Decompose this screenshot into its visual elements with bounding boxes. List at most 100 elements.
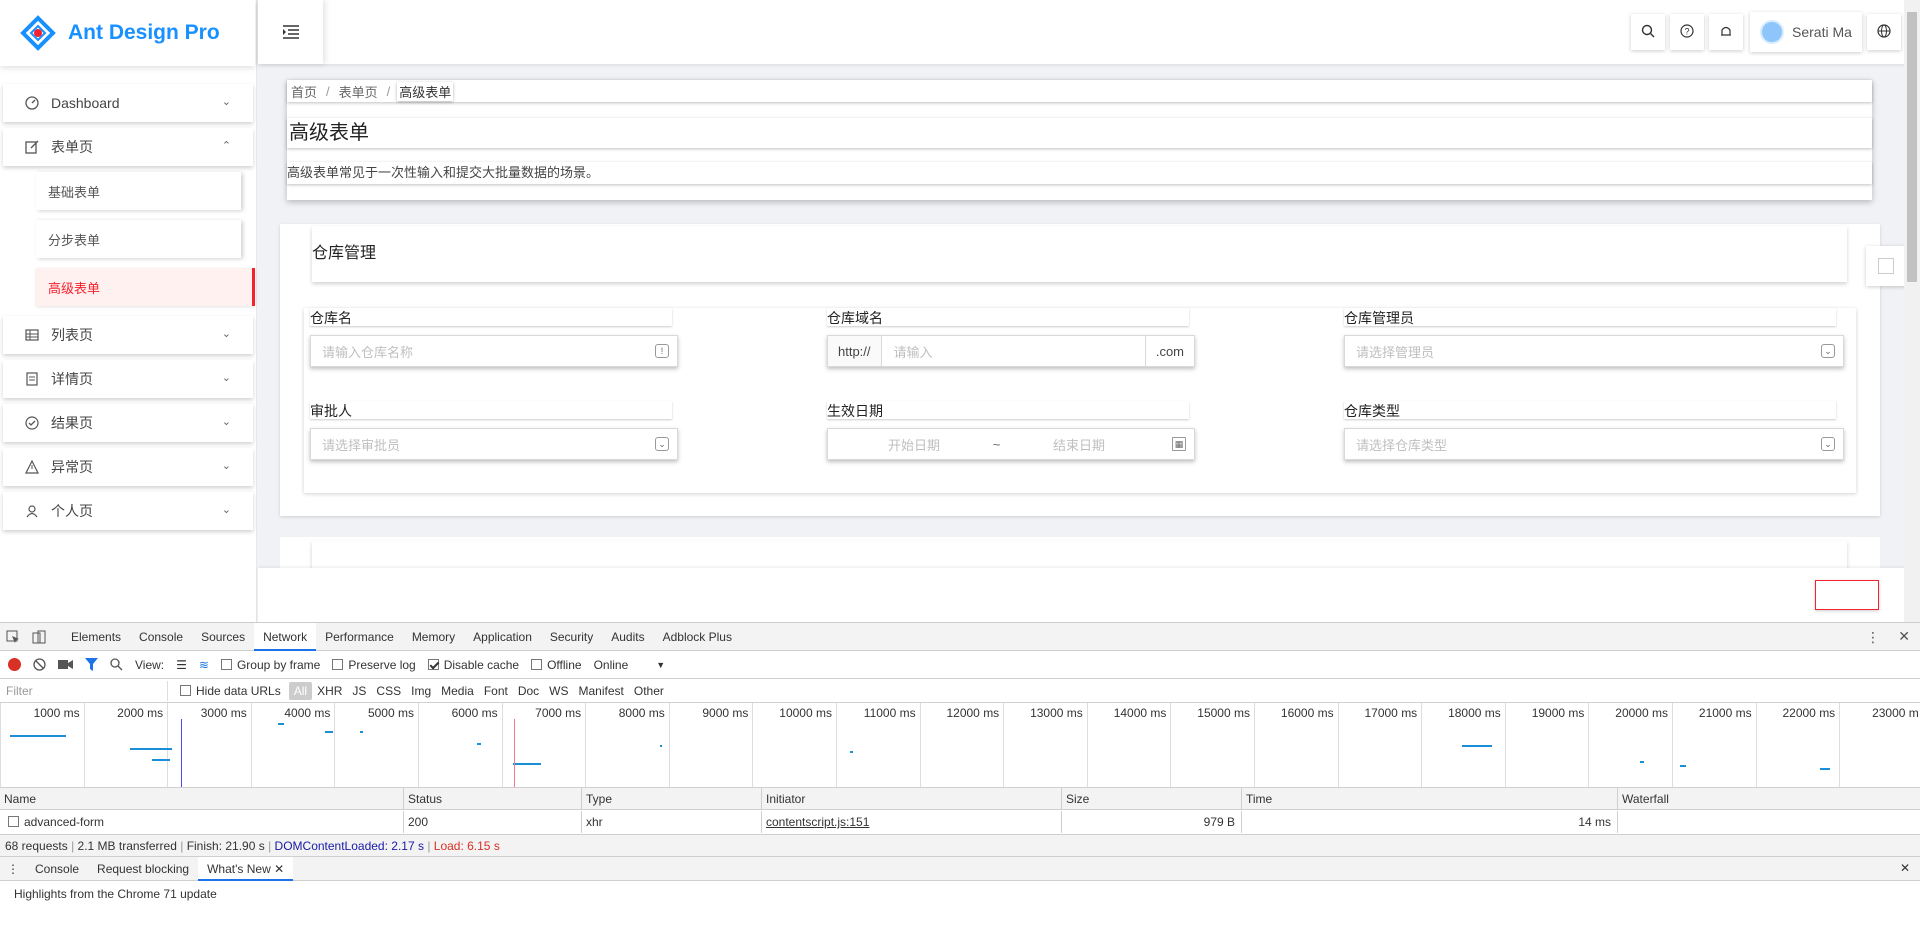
menu-label: 详情页	[51, 371, 93, 387]
filter-icon[interactable]	[85, 658, 98, 671]
timeline-tick: 4000 ms	[250, 703, 335, 787]
submit-button[interactable]: 提交	[1815, 580, 1879, 610]
filter-all[interactable]: All	[288, 681, 313, 700]
column-type[interactable]: Type	[582, 788, 762, 810]
group-by-frame-checkbox[interactable]: Group by frame	[220, 658, 320, 672]
date-range-picker[interactable]: 开始日期 ~ 结束日期 ▦	[827, 428, 1195, 460]
column-name[interactable]: Name	[0, 788, 404, 810]
filter-media[interactable]: Media	[436, 682, 479, 700]
drawer-menu-icon[interactable]: ⋮	[0, 862, 26, 876]
record-icon[interactable]	[8, 658, 21, 671]
inspect-icon[interactable]	[0, 630, 26, 644]
column-time[interactable]: Time	[1242, 788, 1618, 810]
large-rows-icon[interactable]: ☰	[176, 658, 187, 672]
end-date-input[interactable]: 结束日期	[1004, 435, 1154, 454]
language-button[interactable]	[1867, 14, 1901, 50]
preserve-log-checkbox[interactable]: Preserve log	[332, 658, 416, 672]
settings-drawer-handle[interactable]	[1866, 246, 1906, 286]
placeholder: 请选择审批员	[322, 437, 401, 453]
timeline-tick: 3000 ms	[167, 703, 251, 787]
menu-item-advanced-form[interactable]: 高级表单	[36, 268, 255, 306]
tab-adblock-plus[interactable]: Adblock Plus	[654, 623, 741, 651]
approver-select[interactable]: 请选择审批员 ⌄	[310, 428, 678, 460]
drawer-tab-console[interactable]: Console	[26, 857, 88, 881]
menu-item-profile[interactable]: 详情页 ⌄	[3, 360, 253, 398]
drawer-tab-whats-new[interactable]: What's New ✕	[198, 856, 294, 881]
column-size[interactable]: Size	[1062, 788, 1242, 810]
menu-label: 表单页	[51, 139, 93, 155]
menu-item-step-form[interactable]: 分步表单	[36, 220, 241, 258]
clear-icon[interactable]	[33, 658, 46, 671]
close-icon[interactable]: ✕	[274, 862, 284, 876]
disable-cache-checkbox[interactable]: Disable cache	[427, 658, 519, 672]
search-icon[interactable]	[110, 658, 123, 671]
offline-checkbox[interactable]: Offline	[531, 658, 582, 672]
finish-time: Finish: 21.90 s	[186, 839, 265, 853]
close-drawer-icon[interactable]: ✕	[1900, 861, 1910, 875]
filter-bar: Filter Hide data URLs All XHR JS CSS Img…	[0, 679, 1920, 703]
column-initiator[interactable]: Initiator	[762, 788, 1062, 810]
tab-sources[interactable]: Sources	[192, 623, 254, 651]
filter-xhr[interactable]: XHR	[312, 682, 347, 700]
filter-other[interactable]: Other	[629, 682, 669, 700]
drawer-tab-request-blocking[interactable]: Request blocking	[88, 857, 198, 881]
tab-memory[interactable]: Memory	[403, 623, 464, 651]
warehouse-name-input[interactable]: 请输入仓库名称 !	[310, 335, 678, 367]
timeline-tick: 11000 ms	[836, 703, 920, 787]
filter-css[interactable]: CSS	[371, 682, 406, 700]
overview-icon[interactable]: ≋	[199, 658, 209, 672]
column-status[interactable]: Status	[404, 788, 582, 810]
filter-js[interactable]: JS	[347, 682, 371, 700]
close-icon[interactable]: ✕	[1898, 628, 1910, 645]
table-header: Name Status Type Initiator Size Time Wat…	[0, 788, 1920, 810]
tab-console[interactable]: Console	[130, 623, 192, 651]
logo[interactable]: Ant Design Pro	[0, 0, 255, 66]
menu-item-list[interactable]: 列表页 ⌄	[3, 316, 253, 354]
user-menu[interactable]: Serati Ma	[1750, 12, 1862, 52]
scrollbar-thumb[interactable]	[1907, 12, 1917, 282]
type-select[interactable]: 请选择仓库类型 ⌄	[1344, 428, 1844, 460]
filter-doc[interactable]: Doc	[513, 682, 544, 700]
tab-application[interactable]: Application	[464, 623, 541, 651]
timeline-tick: 23000 m	[1839, 703, 1920, 787]
tab-network[interactable]: Network	[254, 622, 317, 651]
cell-initiator-link[interactable]: contentscript.js:151	[762, 811, 1062, 833]
hide-data-urls-checkbox[interactable]: Hide data URLs	[180, 684, 281, 698]
tab-elements[interactable]: Elements	[62, 623, 130, 651]
more-icon[interactable]: ⋮	[1866, 629, 1880, 646]
device-toggle-icon[interactable]	[26, 630, 52, 644]
page-scrollbar[interactable]	[1904, 0, 1920, 622]
table-row[interactable]: advanced-form 200 xhr contentscript.js:1…	[0, 811, 1920, 833]
column-waterfall[interactable]: Waterfall	[1618, 788, 1920, 810]
start-date-input[interactable]: 开始日期	[839, 435, 989, 454]
filter-manifest[interactable]: Manifest	[574, 682, 629, 700]
help-button[interactable]: ?	[1670, 14, 1704, 50]
menu-label: 基础表单	[48, 184, 101, 200]
menu-item-account[interactable]: 个人页 ⌄	[3, 492, 253, 530]
network-overview[interactable]: 1000 ms 2000 ms 3000 ms 4000 ms 5000 ms 6000 …	[0, 703, 1920, 788]
tab-security[interactable]: Security	[541, 623, 602, 651]
menu-item-result[interactable]: 结果页 ⌄	[3, 404, 253, 442]
filter-ws[interactable]: WS	[544, 682, 573, 700]
placeholder: 请输入	[882, 336, 1146, 366]
menu-item-exception[interactable]: 异常页 ⌄	[3, 448, 253, 486]
menu-item-basic-form[interactable]: 基础表单	[36, 172, 241, 210]
menu-item-form[interactable]: 表单页 ⌃	[3, 128, 253, 166]
tab-audits[interactable]: Audits	[602, 623, 653, 651]
breadcrumb-home[interactable]: 首页	[289, 82, 319, 101]
menu-item-dashboard[interactable]: Dashboard ⌄	[3, 84, 253, 122]
notification-button[interactable]	[1709, 14, 1743, 50]
owner-select[interactable]: 请选择管理员 ⌄	[1344, 335, 1844, 367]
filter-input[interactable]: Filter	[0, 680, 168, 701]
camera-icon[interactable]	[58, 659, 73, 670]
search-button[interactable]	[1631, 14, 1665, 50]
filter-img[interactable]: Img	[406, 682, 436, 700]
checkbox-label: Hide data URLs	[196, 683, 281, 698]
menu-fold-button[interactable]	[258, 0, 323, 64]
filter-font[interactable]: Font	[479, 682, 513, 700]
breadcrumb-form[interactable]: 表单页	[337, 82, 380, 101]
tab-performance[interactable]: Performance	[316, 623, 403, 651]
throttling-select[interactable]: Online ▼	[594, 658, 666, 672]
warehouse-domain-input[interactable]: http:// 请输入 .com	[827, 335, 1195, 367]
dcl-marker	[181, 719, 182, 787]
